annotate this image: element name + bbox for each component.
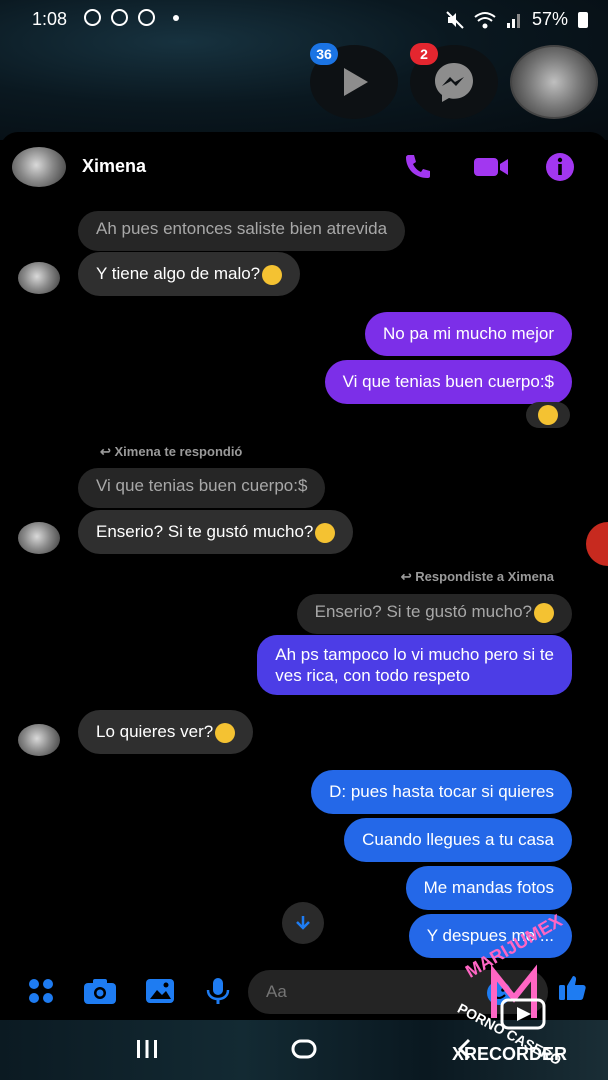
contact-avatar-small[interactable] <box>18 724 60 756</box>
video-call-icon[interactable] <box>472 152 510 182</box>
microphone-icon[interactable] <box>204 976 232 1006</box>
status-notification-icons <box>84 9 179 26</box>
chat-heads: 36 2 <box>310 43 598 119</box>
outgoing-message[interactable]: Vi que tenias buen cuerpo:$ <box>324 360 572 404</box>
recent-apps-icon[interactable] <box>134 1036 160 1062</box>
chat-head-video[interactable]: 36 <box>310 43 398 119</box>
contact-avatar-small[interactable] <box>18 262 60 294</box>
status-time: 1:08 <box>32 9 68 29</box>
quoted-message[interactable]: Ah pues entonces saliste bien atrevida <box>78 211 406 251</box>
flushed-emoji-icon <box>534 602 554 623</box>
reply-indicator-text: Respondiste a Ximena <box>415 569 554 584</box>
watermark-recorder-text: XRECORDER <box>452 1044 568 1064</box>
reply-indicator: ↩ Respondiste a Ximena <box>400 569 554 584</box>
status-system-icons: 57% <box>446 9 588 30</box>
flushed-emoji-icon <box>215 722 236 743</box>
outgoing-message[interactable]: D: pues hasta tocar si quieres <box>311 770 572 814</box>
chat-panel: Ximena Ah pues entonces saliste bien atr… <box>0 132 608 1020</box>
chat-head-messenger[interactable]: 2 <box>410 43 498 119</box>
outgoing-message[interactable]: Cuando llegues a tu casa <box>344 818 572 862</box>
phone-call-icon[interactable] <box>402 152 432 182</box>
chat-header: Ximena <box>0 132 608 202</box>
camera-icon[interactable] <box>82 976 118 1006</box>
mute-icon <box>446 10 464 29</box>
contact-avatar-small[interactable] <box>18 522 60 554</box>
battery-icon <box>578 11 588 28</box>
flushed-emoji-icon <box>315 522 336 543</box>
message-text: Lo quieres ver? <box>96 722 214 741</box>
message-text-line: Ah ps tampoco lo vi mucho pero si te <box>275 645 554 664</box>
message-text: Y tiene algo de malo? <box>96 264 261 283</box>
account-icon <box>138 9 155 26</box>
reply-indicator-text: Ximena te respondió <box>114 444 243 459</box>
arrow-down-icon <box>296 916 310 930</box>
messenger-icon <box>435 63 473 102</box>
unread-badge: 2 <box>410 43 438 65</box>
quoted-message[interactable]: Vi que tenias buen cuerpo:$ <box>78 468 326 508</box>
monkey-emoji-icon <box>262 264 283 285</box>
do-not-disturb-icon <box>111 9 128 26</box>
outgoing-message[interactable]: Ah ps tampoco lo vi mucho pero si te ves… <box>257 635 572 695</box>
scroll-to-bottom-button[interactable] <box>282 902 324 944</box>
signal-icon <box>506 13 520 28</box>
gallery-icon[interactable] <box>144 976 176 1006</box>
message-text-line: ves rica, con todo respeto <box>275 666 470 685</box>
unread-badge: 36 <box>310 43 338 65</box>
surprised-emoji-icon <box>538 405 558 425</box>
incoming-message[interactable]: Enserio? Si te gustó mucho? <box>78 510 354 554</box>
chat-head-contact-avatar[interactable] <box>510 45 598 119</box>
contact-name[interactable]: Ximena <box>82 156 146 177</box>
message-text: Enserio? Si te gustó mucho? <box>96 522 314 541</box>
wifi-icon <box>474 11 496 28</box>
whatsapp-icon <box>84 9 101 26</box>
quoted-message[interactable]: Enserio? Si te gustó mucho? <box>296 594 572 634</box>
battery-percent: 57% <box>531 9 568 29</box>
more-notifications-dot-icon <box>173 14 179 21</box>
home-icon[interactable] <box>290 1036 318 1062</box>
status-bar: 1:08 57% <box>0 0 608 38</box>
outgoing-message[interactable]: Me mandas fotos <box>405 866 572 910</box>
message-reaction[interactable] <box>526 402 570 428</box>
info-icon[interactable] <box>545 152 575 182</box>
reply-indicator: ↩ Ximena te respondió <box>100 444 243 459</box>
incoming-message[interactable]: Lo quieres ver? <box>78 710 254 754</box>
message-text: Enserio? Si te gustó mucho? <box>314 602 532 621</box>
play-icon <box>344 68 368 96</box>
outgoing-message[interactable]: No pa mi mucho mejor <box>364 312 572 356</box>
watermark-logo: MARIJUMEX PORNO CASERO XRECORDER <box>452 910 590 1070</box>
contact-avatar[interactable] <box>12 147 66 187</box>
incoming-message[interactable]: Y tiene algo de malo? <box>78 252 301 296</box>
apps-grid-icon[interactable] <box>26 976 56 1006</box>
